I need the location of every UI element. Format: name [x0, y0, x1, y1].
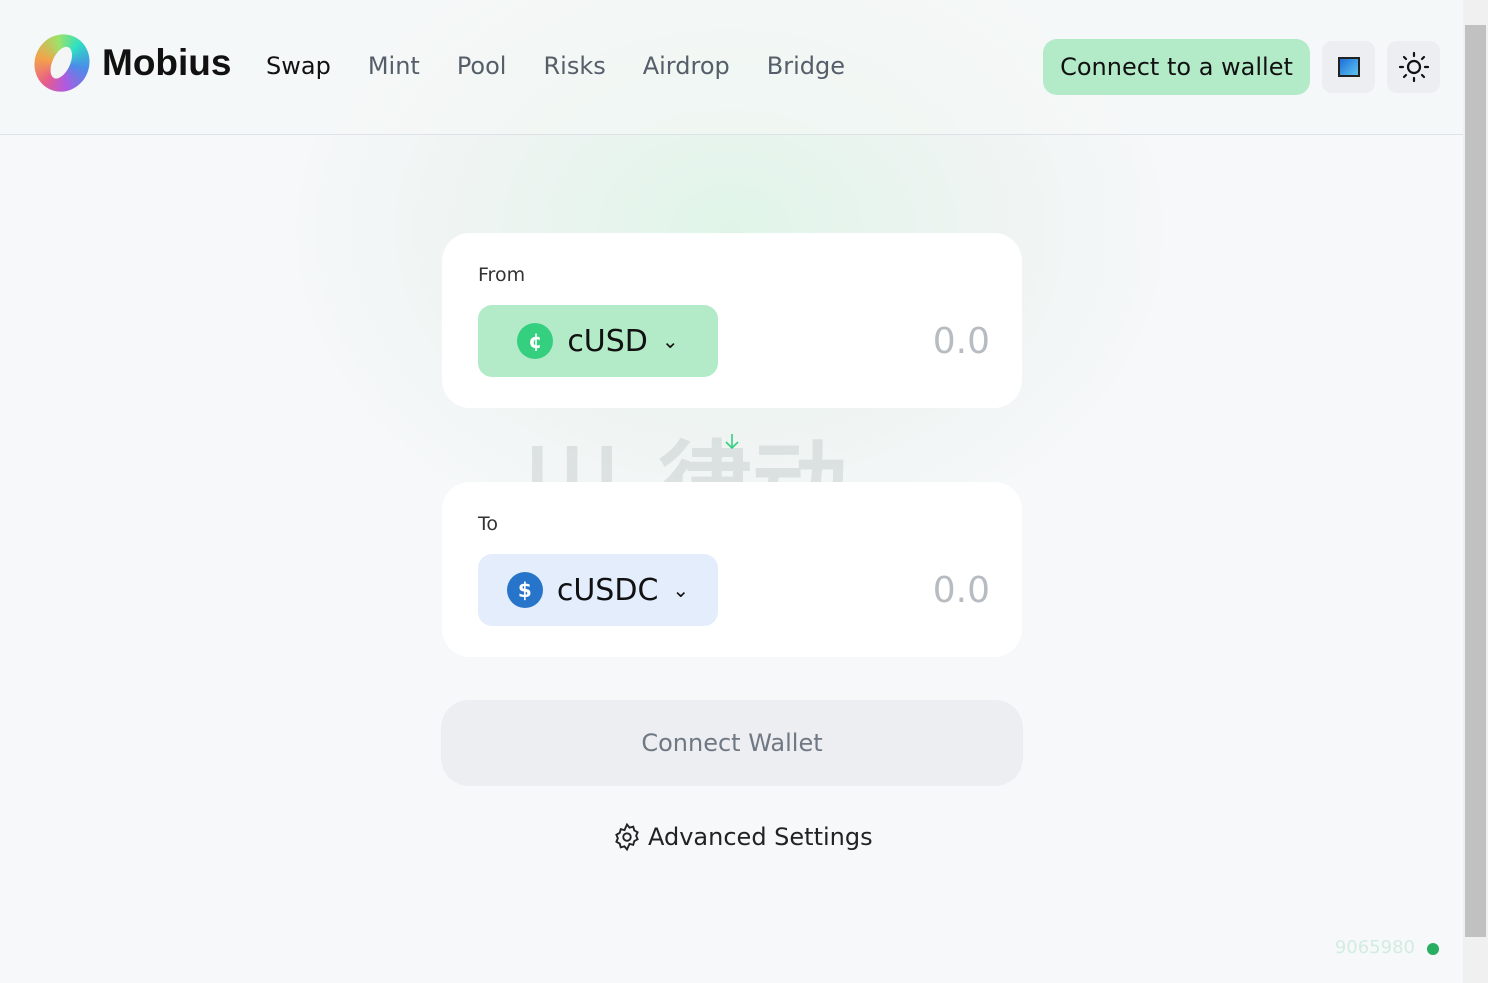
from-token-symbol: cUSD — [567, 323, 648, 359]
nav-bridge[interactable]: Bridge — [767, 52, 845, 80]
from-amount-input[interactable]: 0.0 — [933, 321, 990, 362]
network-image-icon — [1337, 57, 1360, 77]
cusd-coin-icon: ¢ — [517, 323, 554, 359]
scrollbar-thumb[interactable] — [1465, 25, 1486, 937]
nav-airdrop[interactable]: Airdrop — [643, 52, 730, 80]
to-token-symbol: cUSDC — [556, 572, 659, 608]
connect-wallet-button[interactable]: Connect Wallet — [441, 700, 1023, 786]
cusdc-coin-icon: $ — [506, 572, 543, 608]
nav-mint[interactable]: Mint — [368, 52, 420, 80]
theme-toggle-button[interactable] — [1387, 41, 1440, 93]
mobius-logo-icon — [25, 25, 99, 101]
network-status-dot — [1427, 943, 1439, 955]
from-token-select[interactable]: ¢ cUSD ⌄ — [478, 305, 718, 377]
to-amount-input[interactable]: 0.0 — [933, 570, 990, 611]
nav-swap[interactable]: Swap — [266, 52, 331, 80]
chevron-down-icon: ⌄ — [672, 578, 690, 602]
connect-to-wallet-button[interactable]: Connect to a wallet — [1043, 39, 1310, 95]
from-label: From — [478, 264, 526, 286]
logo[interactable]: Mobius — [25, 25, 232, 101]
to-card: To $ cUSDC ⌄ 0.0 — [442, 482, 1022, 657]
advanced-settings-toggle[interactable]: Advanced Settings — [612, 822, 873, 852]
top-nav-bar: Mobius Swap Mint Pool Risks Airdrop Brid… — [0, 0, 1463, 135]
chevron-down-icon: ⌄ — [661, 329, 679, 353]
scrollbar[interactable] — [1463, 0, 1488, 983]
advanced-settings-label: Advanced Settings — [648, 823, 873, 851]
swap-direction-arrow-icon[interactable] — [724, 432, 740, 450]
sun-icon — [1398, 51, 1429, 83]
to-label: To — [478, 513, 499, 535]
to-token-select[interactable]: $ cUSDC ⌄ — [478, 554, 718, 626]
gear-icon — [615, 822, 639, 852]
nav-risks[interactable]: Risks — [543, 52, 605, 80]
block-number: 9065980 — [1334, 937, 1415, 958]
from-card: From ¢ cUSD ⌄ 0.0 — [442, 233, 1022, 408]
app-name: Mobius — [102, 42, 232, 83]
network-button[interactable] — [1322, 41, 1375, 93]
main-nav: Swap Mint Pool Risks Airdrop Bridge — [266, 52, 845, 80]
nav-pool[interactable]: Pool — [457, 52, 507, 80]
